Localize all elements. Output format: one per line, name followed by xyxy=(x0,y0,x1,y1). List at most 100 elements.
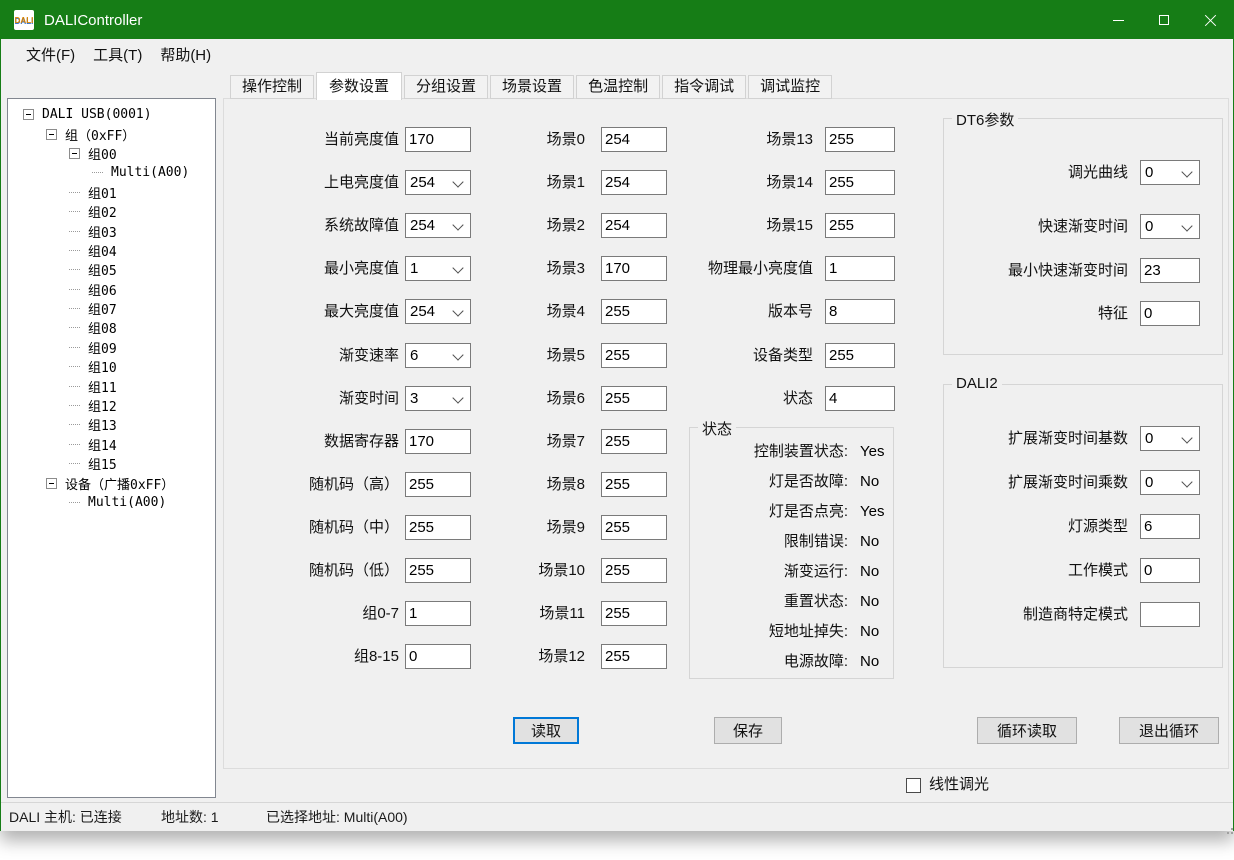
param-input[interactable] xyxy=(405,127,471,152)
tree-item[interactable]: DALI USB(0001) xyxy=(8,105,215,124)
tree-item[interactable]: 组04 xyxy=(8,241,215,260)
tree-item-label: 组07 xyxy=(88,299,117,318)
resize-grip[interactable] xyxy=(1227,824,1229,826)
tree-item[interactable]: 组01 xyxy=(8,183,215,202)
param-select[interactable]: 254 xyxy=(405,213,471,238)
tree-item[interactable]: 组10 xyxy=(8,357,215,376)
param-input[interactable] xyxy=(405,601,471,626)
tree-expander-icon[interactable] xyxy=(69,148,80,159)
param-input[interactable] xyxy=(601,515,667,540)
param-input[interactable] xyxy=(601,601,667,626)
tab-command-debug[interactable]: 指令调试 xyxy=(662,75,746,99)
maximize-button[interactable] xyxy=(1141,1,1187,39)
save-button[interactable]: 保存 xyxy=(714,717,782,744)
loop-read-button[interactable]: 循环读取 xyxy=(977,717,1077,744)
tree-item-label: 设备（广播0xFF） xyxy=(65,474,174,493)
tree-item[interactable]: Multi(A00) xyxy=(8,493,215,512)
param-input[interactable] xyxy=(825,343,895,368)
tab-grouping-settings[interactable]: 分组设置 xyxy=(404,75,488,99)
titlebar[interactable]: DALI DALIController xyxy=(1,1,1233,39)
param-input[interactable] xyxy=(601,127,667,152)
tree-expander-icon[interactable] xyxy=(46,129,57,140)
tree-expander-icon[interactable] xyxy=(23,109,34,120)
param-input[interactable] xyxy=(601,429,667,454)
param-select[interactable]: 0 xyxy=(1140,160,1200,185)
tree-item[interactable]: 组00 xyxy=(8,144,215,163)
tree-item[interactable]: 组13 xyxy=(8,415,215,434)
param-input[interactable] xyxy=(405,515,471,540)
param-input[interactable] xyxy=(601,644,667,669)
tab-operation-control[interactable]: 操作控制 xyxy=(230,75,314,99)
tree-item[interactable]: 组15 xyxy=(8,454,215,473)
param-input[interactable] xyxy=(405,644,471,669)
param-input[interactable] xyxy=(405,472,471,497)
param-input[interactable] xyxy=(1140,258,1200,283)
exit-loop-button[interactable]: 退出循环 xyxy=(1119,717,1219,744)
param-select[interactable]: 0 xyxy=(1140,214,1200,239)
tree-item[interactable]: 组12 xyxy=(8,396,215,415)
tree-item[interactable]: 设备（广播0xFF） xyxy=(8,473,215,492)
tree-item-label: 组10 xyxy=(88,357,117,376)
param-label: 数据寄存器 xyxy=(233,429,399,454)
param-input[interactable] xyxy=(601,558,667,583)
tree-item[interactable]: 组09 xyxy=(8,338,215,357)
param-select[interactable]: 254 xyxy=(405,170,471,195)
tree-item[interactable]: 组02 xyxy=(8,202,215,221)
tab-scene-settings[interactable]: 场景设置 xyxy=(490,75,574,99)
status-field-value: No xyxy=(860,619,879,645)
linear-dimming-checkbox[interactable] xyxy=(906,778,921,793)
tree-item[interactable]: 组07 xyxy=(8,299,215,318)
param-select[interactable]: 6 xyxy=(405,343,471,368)
param-select[interactable]: 0 xyxy=(1140,426,1200,451)
dali2-groupbox: DALI2 扩展渐变时间基数0扩展渐变时间乘数0灯源类型工作模式制造商特定模式 xyxy=(943,384,1223,668)
tab-parameter-settings[interactable]: 参数设置 xyxy=(316,72,402,100)
param-input[interactable] xyxy=(405,558,471,583)
param-input[interactable] xyxy=(601,170,667,195)
param-select[interactable]: 254 xyxy=(405,299,471,324)
tree-item[interactable]: 组08 xyxy=(8,318,215,337)
param-input[interactable] xyxy=(825,299,895,324)
param-input[interactable] xyxy=(825,256,895,281)
param-input[interactable] xyxy=(601,256,667,281)
param-input[interactable] xyxy=(825,386,895,411)
menu-file[interactable]: 文件(F) xyxy=(17,39,84,73)
param-input[interactable] xyxy=(601,472,667,497)
param-input[interactable] xyxy=(1140,558,1200,583)
tab-color-temp-control[interactable]: 色温控制 xyxy=(576,75,660,99)
minimize-button[interactable] xyxy=(1095,1,1141,39)
param-input[interactable] xyxy=(601,213,667,238)
tab-debug-monitor[interactable]: 调试监控 xyxy=(748,75,832,99)
tree-item[interactable]: 组14 xyxy=(8,435,215,454)
tree-item[interactable]: Multi(A00) xyxy=(8,163,215,182)
tree-item-label: 组15 xyxy=(88,454,117,473)
param-input[interactable] xyxy=(1140,602,1200,627)
param-select-value: 0 xyxy=(1145,215,1153,238)
tree-item[interactable]: 组（0xFF） xyxy=(8,124,215,143)
tree-item[interactable]: 组11 xyxy=(8,376,215,395)
param-input[interactable] xyxy=(405,429,471,454)
param-select[interactable]: 1 xyxy=(405,256,471,281)
tree-item[interactable]: 组05 xyxy=(8,260,215,279)
param-input[interactable] xyxy=(825,213,895,238)
status-field-value: No xyxy=(860,529,879,555)
status-field-label: 短地址掉失: xyxy=(692,619,848,645)
param-label: 场景15 xyxy=(687,213,813,238)
param-select[interactable]: 3 xyxy=(405,386,471,411)
tree-item[interactable]: 组06 xyxy=(8,280,215,299)
menu-tools[interactable]: 工具(T) xyxy=(84,39,151,73)
param-input[interactable] xyxy=(825,127,895,152)
read-button[interactable]: 读取 xyxy=(513,717,579,744)
tree-connector-icon xyxy=(69,308,80,309)
param-label: 随机码（高） xyxy=(233,472,399,497)
tree-item[interactable]: 组03 xyxy=(8,221,215,240)
param-input[interactable] xyxy=(1140,301,1200,326)
param-input[interactable] xyxy=(601,386,667,411)
param-select[interactable]: 0 xyxy=(1140,470,1200,495)
menu-help[interactable]: 帮助(H) xyxy=(151,39,220,73)
param-input[interactable] xyxy=(1140,514,1200,539)
close-button[interactable] xyxy=(1187,1,1233,39)
tree-expander-icon[interactable] xyxy=(46,478,57,489)
param-input[interactable] xyxy=(825,170,895,195)
param-input[interactable] xyxy=(601,343,667,368)
param-input[interactable] xyxy=(601,299,667,324)
